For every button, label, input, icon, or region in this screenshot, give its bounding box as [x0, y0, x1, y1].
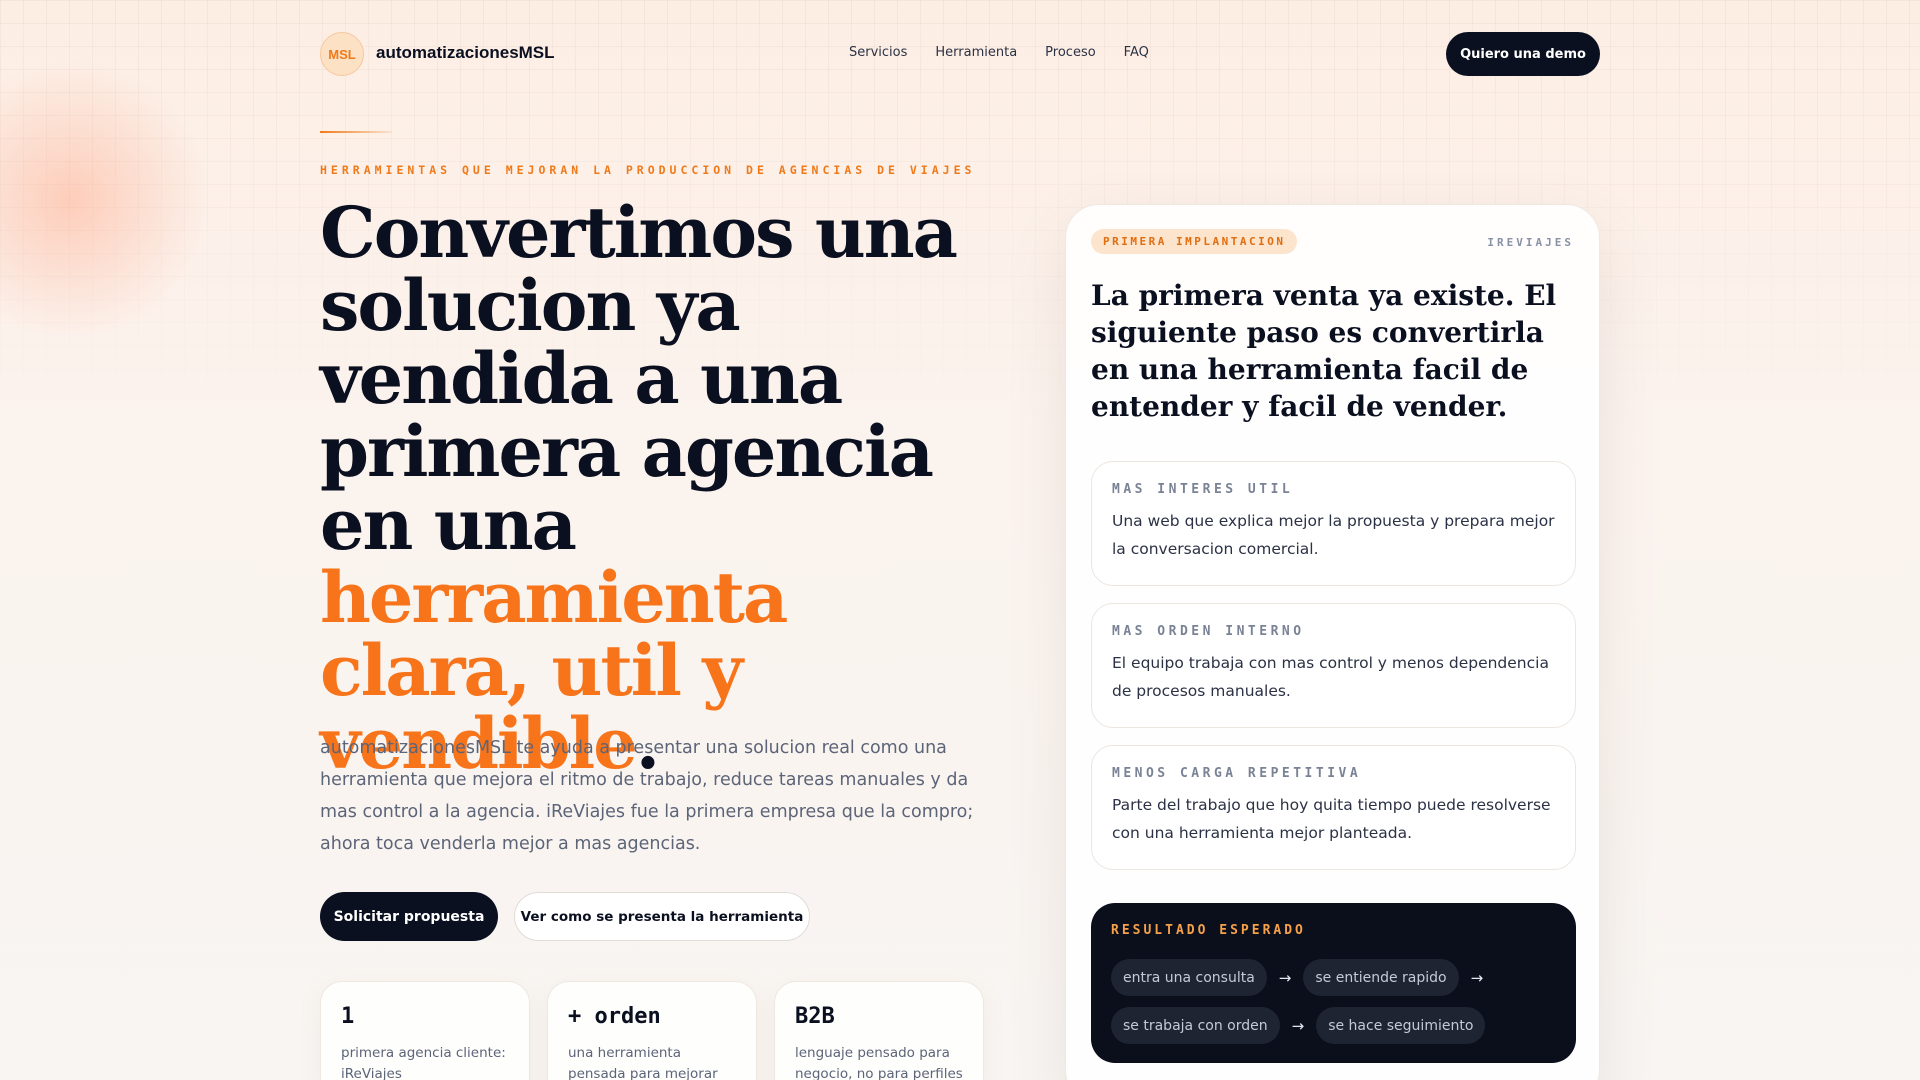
nav-link-proceso[interactable]: Proceso [1045, 45, 1096, 60]
benefit-text: Una web que explica mejor la propuesta y… [1112, 512, 1555, 558]
brand-name[interactable]: automatizacionesMSL [376, 43, 555, 63]
flow-step-chip: entra una consulta [1111, 959, 1267, 996]
accent-divider [320, 131, 392, 133]
benefit-card-load: MENOS CARGA REPETITIVA Parte del trabajo… [1091, 745, 1576, 870]
stat-card-clients: 1 primera agencia cliente: iReViajes [320, 981, 530, 1080]
card-title: La primera venta ya existe. El siguiente… [1091, 279, 1557, 423]
benefit-title: MAS INTERES UTIL [1112, 482, 1294, 497]
main-nav: Servicios Herramienta Proceso FAQ [849, 45, 1149, 60]
stat-label: primera agencia cliente: iReViajes [341, 1045, 506, 1080]
logo-badge[interactable]: MSL [320, 32, 364, 76]
arrow-right-icon: → [1470, 968, 1484, 987]
hero-eyebrow: HERRAMIENTAS QUE MEJORAN LA PRODUCCION D… [320, 163, 976, 177]
site-header: MSL automatizacionesMSL Servicios Herram… [320, 32, 1600, 76]
stat-value: B2B [795, 1004, 835, 1029]
implementation-tag: PRIMERA IMPLANTACION [1091, 229, 1298, 254]
stat-card-order: + orden una herramienta pensada para mej… [547, 981, 757, 1080]
stat-label: lenguaje pensado para negocio, no para p… [795, 1045, 963, 1080]
stat-value: 1 [341, 1004, 355, 1029]
stat-value: + orden [568, 1004, 661, 1029]
stat-card-b2b: B2B lenguaje pensado para negocio, no pa… [774, 981, 984, 1080]
demo-button[interactable]: Quiero una demo [1446, 32, 1600, 76]
flow-row-2: se trabaja con orden → se hace seguimien… [1111, 1007, 1486, 1044]
request-proposal-button[interactable]: Solicitar propuesta [320, 892, 498, 941]
hero-description: automatizacionesMSL te ayuda a presentar… [320, 738, 974, 854]
benefit-text: El equipo trabaja con mas control y meno… [1112, 654, 1549, 700]
hero-title: Convertimos una solucion ya vendida a un… [320, 196, 1000, 780]
flow-row-1: entra una consulta → se entiende rapido … [1111, 959, 1483, 996]
benefit-title: MAS ORDEN INTERNO [1112, 624, 1305, 639]
benefit-text: Parte del trabajo que hoy quita tiempo p… [1112, 796, 1551, 842]
stat-label: una herramienta pensada para mejorar [568, 1045, 718, 1080]
nav-link-herramienta[interactable]: Herramienta [935, 45, 1017, 60]
benefit-card-order: MAS ORDEN INTERNO El equipo trabaja con … [1091, 603, 1576, 728]
benefit-title: MENOS CARGA REPETITIVA [1112, 766, 1362, 781]
nav-link-faq[interactable]: FAQ [1124, 45, 1149, 60]
arrow-right-icon: → [1278, 968, 1292, 987]
expected-result-panel: RESULTADO ESPERADO entra una consulta → … [1091, 903, 1576, 1063]
flow-step-chip: se trabaja con orden [1111, 1007, 1280, 1044]
hero-title-main: Convertimos una solucion ya vendida a un… [320, 191, 958, 566]
benefit-card-interest: MAS INTERES UTIL Una web que explica mej… [1091, 461, 1576, 586]
nav-link-servicios[interactable]: Servicios [849, 45, 907, 60]
flow-step-chip: se entiende rapido [1303, 959, 1459, 996]
implementation-card: PRIMERA IMPLANTACION IREVIAJES La primer… [1065, 204, 1600, 1080]
result-title: RESULTADO ESPERADO [1111, 923, 1306, 938]
client-name: IREVIAJES [1487, 236, 1574, 249]
flow-step-chip: se hace seguimiento [1316, 1007, 1486, 1044]
see-tool-button[interactable]: Ver como se presenta la herramienta [514, 892, 810, 941]
arrow-right-icon: → [1291, 1016, 1305, 1035]
